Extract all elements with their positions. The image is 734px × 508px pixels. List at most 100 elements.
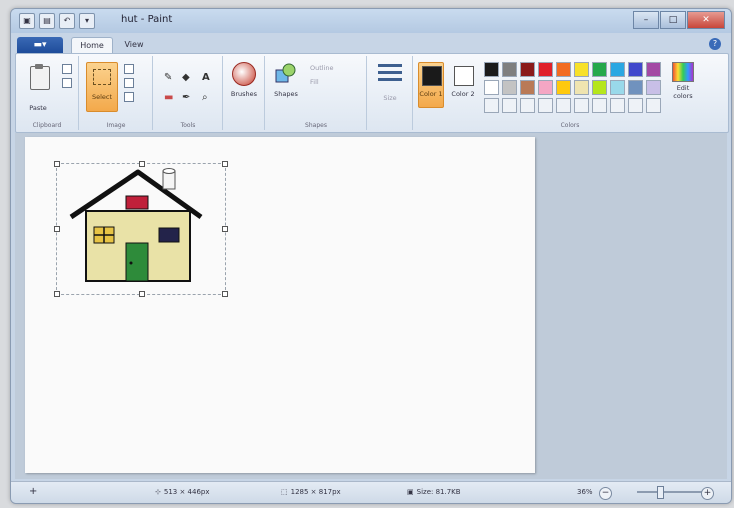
file-size-icon: ▣ bbox=[407, 488, 414, 496]
edit-colors-button[interactable]: Edit colors bbox=[668, 58, 698, 116]
status-bar: + ⊹ 513 × 446px ⬚ 1285 × 817px ▣ Size: 8… bbox=[11, 481, 731, 503]
resize-handle[interactable] bbox=[54, 226, 60, 232]
palette-swatch[interactable] bbox=[520, 98, 535, 113]
select-button[interactable]: Select bbox=[86, 62, 118, 112]
save-icon[interactable]: ▤ bbox=[39, 13, 55, 29]
magnifier-icon[interactable]: ⌕ bbox=[202, 92, 208, 103]
cut-icon[interactable] bbox=[62, 64, 72, 74]
palette-swatch[interactable] bbox=[502, 62, 517, 77]
palette-swatch[interactable] bbox=[592, 62, 607, 77]
color1-swatch bbox=[422, 66, 442, 86]
resize-handle[interactable] bbox=[222, 226, 228, 232]
palette-swatch[interactable] bbox=[628, 98, 643, 113]
palette-swatch[interactable] bbox=[484, 80, 499, 95]
tab-home[interactable]: Home bbox=[71, 37, 113, 54]
palette-swatch[interactable] bbox=[484, 98, 499, 113]
palette-swatch[interactable] bbox=[556, 80, 571, 95]
color-wheel-icon bbox=[672, 62, 694, 82]
palette-swatch[interactable] bbox=[646, 62, 661, 77]
file-menu-button[interactable]: ▬▾ bbox=[17, 37, 63, 53]
window-title: hut - Paint bbox=[121, 14, 173, 25]
paint-app-icon[interactable]: ▣ bbox=[19, 13, 35, 29]
outline-dropdown[interactable]: Outline bbox=[310, 64, 334, 72]
zoom-level-text: 36% bbox=[577, 488, 593, 496]
palette-swatch[interactable] bbox=[610, 98, 625, 113]
file-menu-icon: ▬▾ bbox=[33, 40, 47, 50]
crop-icon[interactable] bbox=[124, 64, 134, 74]
line-size-icon bbox=[378, 64, 402, 85]
zoom-slider-thumb[interactable] bbox=[657, 486, 664, 499]
palette-swatch[interactable] bbox=[538, 98, 553, 113]
palette-swatch[interactable] bbox=[646, 98, 661, 113]
brushes-label: Brushes bbox=[230, 90, 258, 98]
palette-swatch[interactable] bbox=[646, 80, 661, 95]
file-size: ▣ Size: 81.7KB bbox=[407, 488, 461, 496]
shapes-icon bbox=[275, 63, 296, 83]
selection-box[interactable] bbox=[54, 161, 228, 297]
paste-button[interactable]: Paste bbox=[18, 58, 58, 116]
palette-swatch[interactable] bbox=[628, 80, 643, 95]
rotate-icon[interactable] bbox=[124, 92, 134, 102]
palette-swatch[interactable] bbox=[520, 80, 535, 95]
resize-handle[interactable] bbox=[222, 291, 228, 297]
cursor-position-text: 513 × 446px bbox=[163, 488, 210, 496]
clipboard-group: Paste Clipboard bbox=[16, 56, 79, 130]
copy-icon[interactable] bbox=[62, 78, 72, 88]
clipboard-group-label: Clipboard bbox=[32, 122, 62, 129]
title-bar: ▣ ▤ ↶ ▾ hut - Paint – □ ✕ bbox=[11, 9, 731, 33]
color1-button[interactable]: Color 1 bbox=[418, 62, 444, 108]
brushes-group: Brushes bbox=[224, 56, 265, 130]
minimize-button[interactable]: – bbox=[633, 11, 659, 29]
fill-icon[interactable]: ◆ bbox=[182, 72, 190, 83]
zoom-in-button[interactable]: + bbox=[701, 487, 714, 500]
zoom-out-button[interactable]: − bbox=[599, 487, 612, 500]
select-label: Select bbox=[91, 93, 113, 101]
pencil-icon[interactable]: ✎ bbox=[164, 72, 172, 83]
tab-view[interactable]: View bbox=[117, 37, 151, 53]
fill-dropdown[interactable]: Fill bbox=[310, 78, 319, 86]
palette-swatch[interactable] bbox=[592, 80, 607, 95]
palette-swatch[interactable] bbox=[610, 62, 625, 77]
palette-swatch[interactable] bbox=[502, 98, 517, 113]
palette-swatch[interactable] bbox=[556, 62, 571, 77]
resize-handle[interactable] bbox=[54, 161, 60, 167]
paint-window: ▣ ▤ ↶ ▾ hut - Paint – □ ✕ ▬▾ Home View ?… bbox=[10, 8, 732, 504]
color-picker-icon[interactable]: ✒ bbox=[182, 92, 190, 103]
size-label: Size bbox=[383, 94, 397, 102]
shapes-button[interactable]: Shapes bbox=[266, 56, 306, 116]
palette-swatch[interactable] bbox=[538, 62, 553, 77]
customize-dropdown-icon[interactable]: ▾ bbox=[79, 13, 95, 29]
palette-swatch[interactable] bbox=[502, 80, 517, 95]
maximize-button[interactable]: □ bbox=[660, 11, 686, 29]
brushes-button[interactable]: Brushes bbox=[224, 56, 264, 116]
select-icon bbox=[93, 69, 111, 85]
eraser-icon[interactable]: ▬ bbox=[164, 92, 173, 103]
palette-swatch[interactable] bbox=[484, 62, 499, 77]
size-button[interactable]: Size bbox=[372, 56, 408, 116]
palette-swatch[interactable] bbox=[520, 62, 535, 77]
cursor-position: ⊹ 513 × 446px bbox=[155, 488, 210, 496]
color2-button[interactable]: Color 2 bbox=[450, 62, 476, 108]
undo-icon[interactable]: ↶ bbox=[59, 13, 75, 29]
zoom-slider[interactable] bbox=[637, 486, 709, 499]
tools-group-label: Tools bbox=[180, 122, 196, 129]
palette-swatch[interactable] bbox=[628, 62, 643, 77]
palette-swatch[interactable] bbox=[538, 80, 553, 95]
resize-icon[interactable] bbox=[124, 78, 134, 88]
resize-handle[interactable] bbox=[222, 161, 228, 167]
resize-handle[interactable] bbox=[139, 161, 145, 167]
close-button[interactable]: ✕ bbox=[687, 11, 725, 29]
palette-swatch[interactable] bbox=[556, 98, 571, 113]
text-icon[interactable]: A bbox=[202, 72, 210, 83]
drawing-canvas[interactable] bbox=[25, 137, 535, 473]
palette-swatch[interactable] bbox=[574, 62, 589, 77]
selection-size-icon: ⬚ bbox=[281, 488, 288, 496]
file-size-text: Size: 81.7KB bbox=[416, 488, 461, 496]
help-icon[interactable]: ? bbox=[709, 38, 721, 50]
resize-handle[interactable] bbox=[139, 291, 145, 297]
palette-swatch[interactable] bbox=[574, 80, 589, 95]
palette-swatch[interactable] bbox=[574, 98, 589, 113]
palette-swatch[interactable] bbox=[610, 80, 625, 95]
resize-handle[interactable] bbox=[54, 291, 60, 297]
palette-swatch[interactable] bbox=[592, 98, 607, 113]
